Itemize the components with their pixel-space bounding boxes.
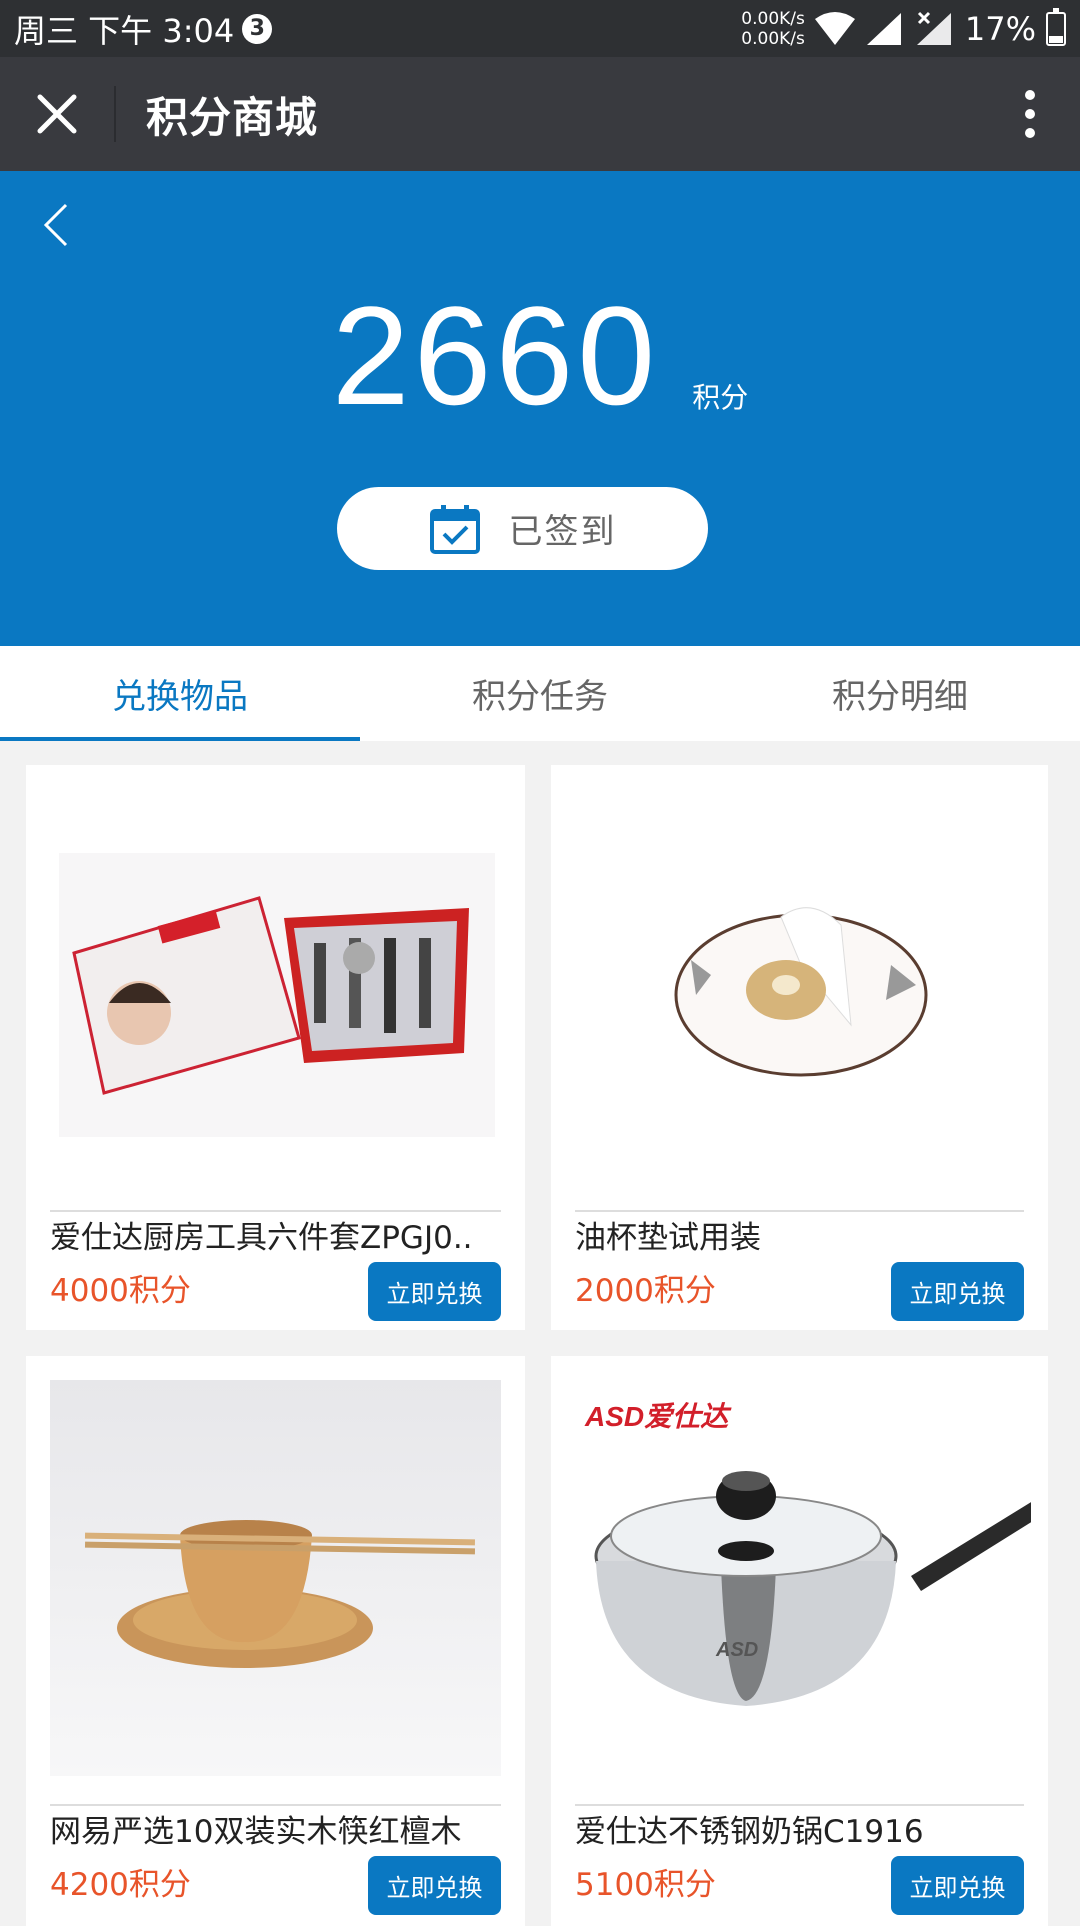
product-name: 油杯垫试用装 [575,1220,761,1256]
chevron-left-icon [43,203,68,247]
signal-no-sim-icon [916,11,951,45]
tab-point-tasks[interactable]: 积分任务 [360,646,720,741]
product-card[interactable]: 油杯垫试用装 2000积分 立即兑换 [551,765,1048,1330]
points-value: 2660 [331,277,660,434]
more-vertical-icon [1025,90,1035,138]
back-button[interactable] [32,193,82,253]
signin-label: 已签到 [508,512,617,552]
net-down: 0.00K/s [741,28,805,49]
signal-icon [866,12,901,45]
points-header: 2660 积分 已签到 [0,171,1080,646]
product-card[interactable]: ASD爱仕达 ASD 爱仕达不锈钢奶锅C1916 5100积分 立即兑换 [551,1356,1048,1926]
more-button[interactable] [980,57,1080,171]
battery-percent: 17% [964,9,1036,48]
product-price: 4000积分 [50,1273,191,1309]
product-name: 爱仕达不锈钢奶锅C1916 [575,1814,924,1850]
title-divider [114,86,116,142]
product-price: 2000积分 [575,1273,716,1309]
wooden-bowl-chopsticks-image [50,1380,501,1776]
status-time: 周三 下午 3:04 [14,11,235,50]
net-up: 0.00K/s [741,8,805,29]
close-icon [37,94,77,134]
milk-pot-image: ASD爱仕达 ASD [571,1376,1031,1776]
notification-badge: 3 [242,13,273,44]
product-price: 4200积分 [50,1867,191,1903]
tab-point-details[interactable]: 积分明细 [720,646,1080,741]
product-name: 爱仕达厨房工具六件套ZPGJ0.. [50,1220,473,1256]
close-button[interactable] [0,57,114,171]
product-card[interactable]: 网易严选10双装实木筷红檀木 4200积分 立即兑换 [26,1356,525,1926]
status-left: 周三 下午 3:04 3 [14,6,273,52]
calendar-check-icon [429,504,480,554]
wifi-icon [814,11,855,45]
product-price: 5100积分 [575,1867,716,1903]
battery-icon [1046,7,1066,46]
points-display: 2660 积分 [0,286,1080,426]
title-bar: 积分商城 [0,57,1080,171]
tab-redeem-items[interactable]: 兑换物品 [0,646,360,741]
points-unit: 积分 [692,381,749,414]
oil-cup-pad-image [651,885,951,1095]
brand-logo: ASD爱仕达 [584,1401,732,1432]
kitchen-tool-set-image [59,853,495,1137]
page-title: 积分商城 [146,92,319,142]
status-bar: 周三 下午 3:04 3 0.00K/s 0.00K/s 17% [0,0,1080,57]
network-speed: 0.00K/s 0.00K/s [741,9,805,49]
redeem-button[interactable]: 立即兑换 [891,1262,1024,1321]
tab-bar: 兑换物品 积分任务 积分明细 [0,646,1080,741]
product-name: 网易严选10双装实木筷红檀木 [50,1814,462,1850]
redeem-button[interactable]: 立即兑换 [891,1856,1024,1915]
signin-button[interactable]: 已签到 [337,487,708,570]
svg-text:ASD: ASD [715,1639,758,1661]
redeem-button[interactable]: 立即兑换 [368,1262,501,1321]
product-card[interactable]: 爱仕达厨房工具六件套ZPGJ0.. 4000积分 立即兑换 [26,765,525,1330]
redeem-button[interactable]: 立即兑换 [368,1856,501,1915]
status-right: 0.00K/s 0.00K/s 17% [741,7,1066,49]
